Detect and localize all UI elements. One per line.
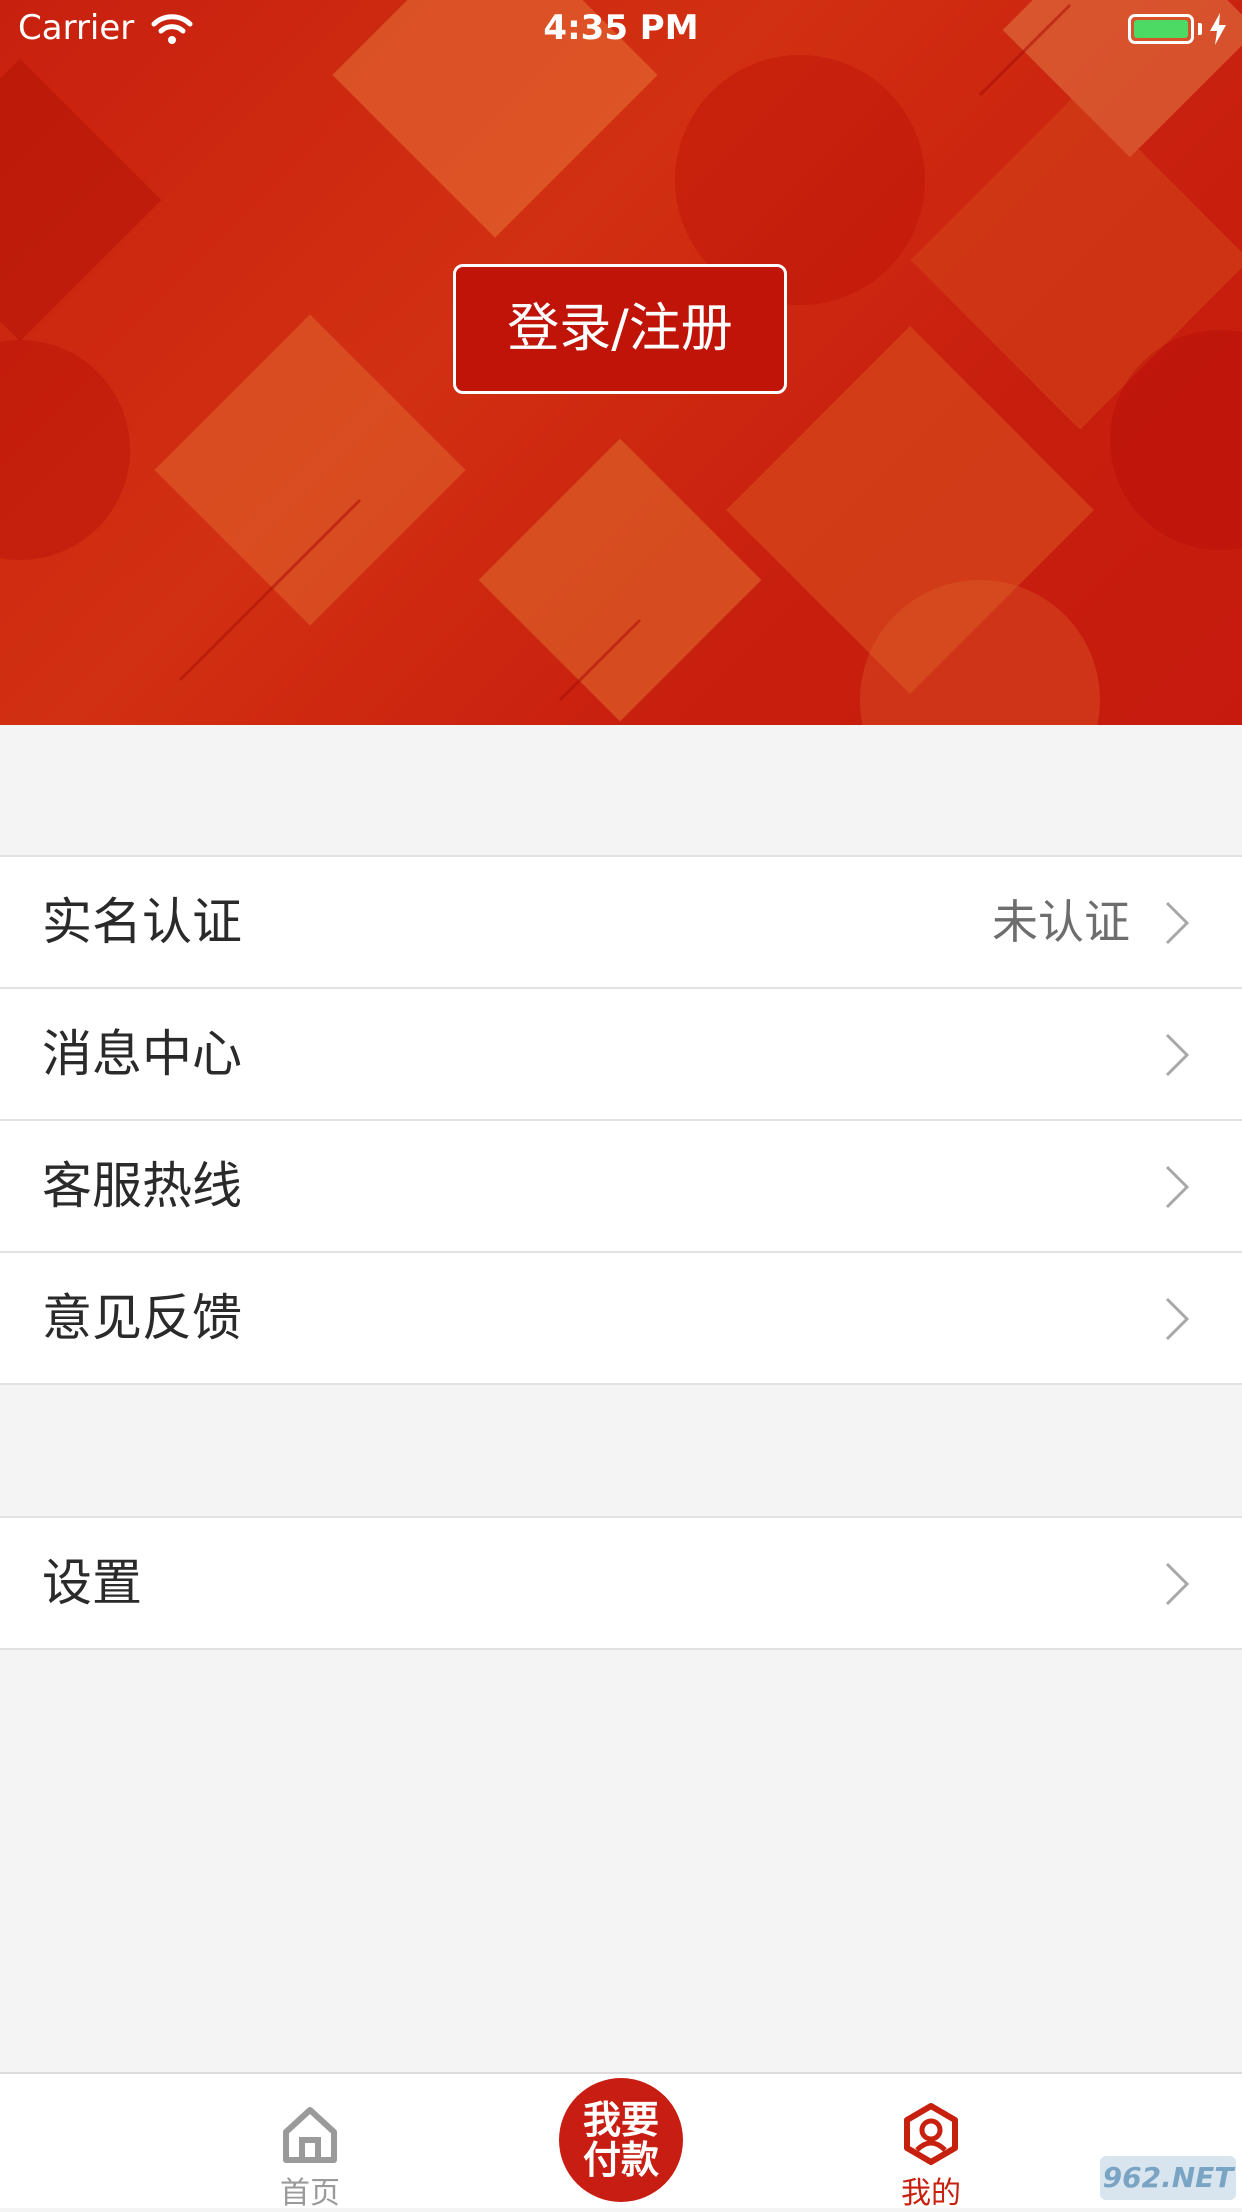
battery-level (1134, 20, 1188, 38)
chevron-right-icon (1165, 1033, 1190, 1077)
menu-item-feedback[interactable]: 意见反馈 (0, 1253, 1242, 1385)
home-icon (283, 2107, 337, 2163)
menu-item-settings[interactable]: 设置 (0, 1518, 1242, 1650)
menu-item-label: 意见反馈 (42, 1289, 242, 1347)
menu-item-label: 实名认证 (42, 893, 242, 951)
pay-now-button[interactable]: 我要 付款 (559, 2078, 683, 2202)
pay-label-line2: 付款 (582, 2138, 659, 2182)
pay-label-line1: 我要 (582, 2098, 659, 2142)
battery-icon (1128, 14, 1194, 44)
tab-home[interactable]: 首页 (210, 2074, 410, 2211)
charging-bolt-icon (1210, 13, 1226, 45)
chevron-right-icon (1165, 1562, 1190, 1606)
menu-group-secondary: 设置 (0, 1516, 1242, 1650)
chevron-right-icon (1165, 1165, 1190, 1209)
watermark-logo: 962.NET (1100, 2156, 1236, 2200)
menu-item-label: 设置 (42, 1554, 142, 1612)
login-register-button[interactable]: 登录/注册 (453, 264, 787, 394)
battery-tip (1198, 23, 1202, 35)
profile-header-banner: Carrier 4:35 PM 登录/注册 (0, 0, 1242, 725)
auth-status-value: 未认证 (992, 895, 1130, 949)
menu-item-label: 消息中心 (42, 1025, 242, 1083)
tab-mine[interactable]: 我的 (831, 2074, 1031, 2211)
tab-mine-label: 我的 (901, 2176, 961, 2211)
menu-item-service-hotline[interactable]: 客服热线 (0, 1121, 1242, 1253)
pay-button-text: 我要 付款 (583, 2100, 659, 2180)
tab-home-label: 首页 (280, 2176, 340, 2211)
profile-hexagon-icon (904, 2103, 958, 2165)
chevron-right-icon (1165, 1297, 1190, 1341)
menu-group-primary: 实名认证 未认证 消息中心 客服热线 意见反馈 (0, 855, 1242, 1385)
menu-item-message-center[interactable]: 消息中心 (0, 989, 1242, 1121)
status-bar: Carrier 4:35 PM (0, 0, 1242, 60)
chevron-right-icon (1165, 901, 1190, 945)
menu-item-real-name-auth[interactable]: 实名认证 未认证 (0, 857, 1242, 989)
status-time: 4:35 PM (543, 8, 699, 48)
menu-item-label: 客服热线 (42, 1157, 242, 1215)
